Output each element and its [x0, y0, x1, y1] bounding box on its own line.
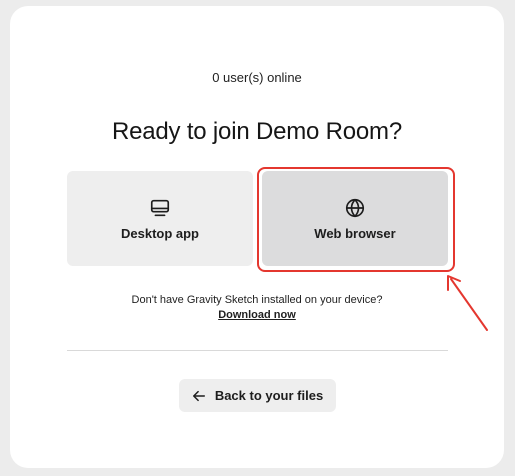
desktop-app-label: Desktop app	[120, 225, 199, 241]
download-now-link[interactable]: Download now	[218, 309, 296, 321]
online-users-status: 0 user(s) online	[212, 70, 302, 85]
download-link-wrap: Download now	[10, 309, 504, 321]
back-to-files-button[interactable]: Back to your files	[179, 379, 336, 412]
page-title: Ready to join Demo Room?	[111, 118, 402, 145]
install-prompt: Don't have Gravity Sketch installed on y…	[131, 294, 383, 306]
globe-icon	[345, 198, 365, 217]
web-browser-label: Web browser	[314, 225, 396, 241]
desktop-app-button[interactable]: Desktop app	[67, 171, 253, 266]
back-to-files-label: Back to your files	[214, 388, 324, 403]
monitor-icon	[150, 199, 170, 216]
join-room-card: 0 user(s) online Ready to join Demo Room…	[10, 6, 504, 468]
arrow-left-icon	[192, 390, 205, 401]
divider	[67, 350, 448, 351]
web-browser-button[interactable]: Web browser	[262, 171, 448, 266]
